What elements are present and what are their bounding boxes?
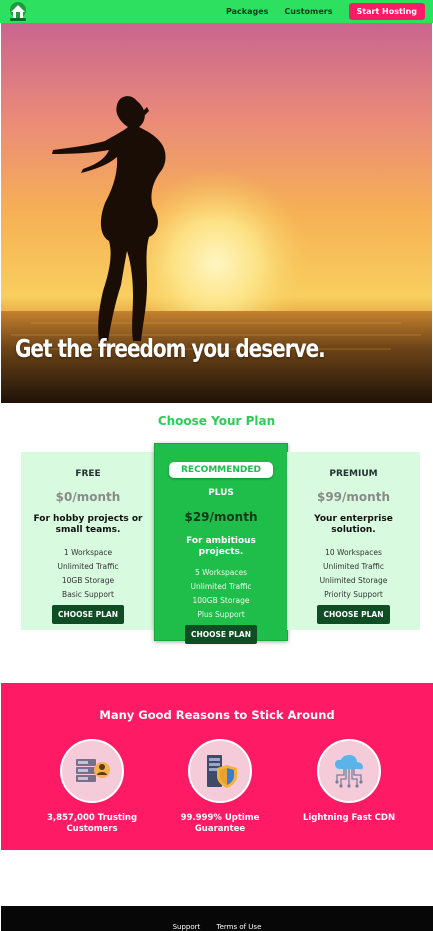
reason-customers: 3,857,000 Trusting Customers	[32, 739, 152, 835]
plan-card-plus: RECOMMENDED PLUS $29/month For ambitious…	[154, 443, 288, 644]
plan-features: 5 Workspaces Unlimited Traffic 100GB Sto…	[155, 566, 287, 622]
reason-label: 3,857,000 Trusting Customers	[46, 813, 138, 834]
reason-label: Lightning Fast CDN	[302, 813, 396, 823]
plan-feature: 10GB Storage	[61, 576, 115, 585]
plan-description: For ambitious projects.	[186, 536, 256, 557]
house-leaf-logo-icon[interactable]	[7, 1, 29, 22]
reason-label: 99.999% Uptime Guarantee	[180, 813, 260, 834]
recommended-badge: RECOMMENDED	[168, 462, 273, 478]
shield-server-icon	[188, 739, 252, 803]
choose-plan-free-button[interactable]: CHOOSE PLAN	[51, 605, 125, 624]
plan-feature: 10 Workspaces	[325, 548, 382, 557]
plan-price: $29/month	[184, 510, 258, 524]
plan-feature: Priority Support	[324, 590, 383, 599]
choose-plan-premium-button[interactable]: CHOOSE PLAN	[317, 605, 390, 624]
plan-price: $0/month	[55, 490, 121, 504]
plan-features: 10 Workspaces Unlimited Traffic Unlimite…	[287, 546, 420, 602]
choose-plan-plus-button[interactable]: CHOOSE PLAN	[184, 625, 258, 644]
plan-feature: Plus Support	[197, 610, 245, 619]
plan-card-free: FREE $0/month For hobby projects or smal…	[21, 452, 155, 630]
reason-cdn: Lightning Fast CDN	[289, 739, 409, 824]
top-nav: Packages Customers Start Hosting	[0, 0, 433, 23]
cloud-cdn-icon	[317, 739, 381, 803]
hero-banner: Get the freedom you deserve.	[1, 23, 432, 403]
plan-price: $99/month	[316, 490, 390, 504]
reason-uptime: 99.999% Uptime Guarantee	[160, 739, 280, 835]
nav-link-packages[interactable]: Packages	[226, 7, 268, 16]
plan-name: FREE	[75, 469, 101, 479]
reasons-title: Many Good Reasons to Stick Around	[99, 708, 335, 722]
plan-card-premium: PREMIUM $99/month Your enterprise soluti…	[287, 452, 420, 630]
plan-feature: 1 Workspace	[63, 548, 113, 557]
hero-title: Get the freedom you deserve.	[15, 333, 326, 363]
plan-feature: Unlimited Traffic	[322, 562, 385, 571]
plan-name: PREMIUM	[329, 469, 378, 479]
footer: Support Terms of Use	[1, 906, 433, 931]
customers-server-icon	[60, 739, 124, 803]
footer-link-terms[interactable]: Terms of Use	[217, 923, 262, 931]
plan-features: 1 Workspace Unlimited Traffic 10GB Stora…	[21, 546, 155, 602]
plan-description: Your enterprise solution.	[314, 514, 393, 535]
plans-title: Choose Your Plan	[157, 414, 276, 428]
plan-feature: Unlimited Traffic	[190, 582, 252, 591]
plan-name: PLUS	[208, 488, 234, 498]
start-hosting-button[interactable]: Start Hosting	[348, 3, 425, 20]
plan-feature: 100GB Storage	[192, 596, 250, 605]
plan-feature: Unlimited Storage	[319, 576, 388, 585]
footer-link-support[interactable]: Support	[173, 923, 201, 931]
plan-feature: 5 Workspaces	[194, 568, 248, 577]
plan-description: For hobby projects or small teams.	[33, 514, 143, 535]
plan-feature: Unlimited Traffic	[57, 562, 119, 571]
nav-link-customers[interactable]: Customers	[284, 7, 332, 16]
reasons-section: Many Good Reasons to Stick Around 3,857,…	[1, 683, 433, 850]
plan-feature: Basic Support	[62, 590, 114, 599]
